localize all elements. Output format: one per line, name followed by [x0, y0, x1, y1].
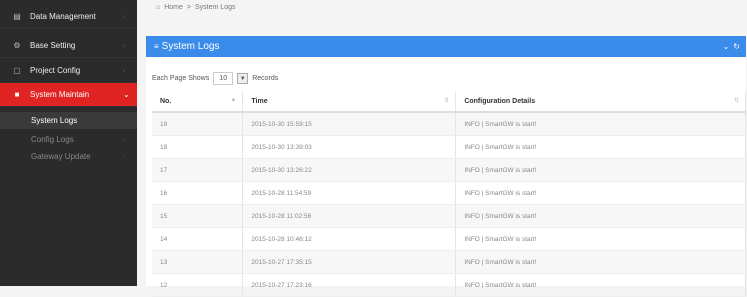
panel-header: ≡ System Logs ⌄ ↻ — [146, 36, 746, 57]
breadcrumb-home[interactable]: Home — [164, 4, 183, 11]
cell-no: 13 — [152, 250, 244, 274]
sidebar-item-label: System Maintain — [30, 90, 90, 99]
table-row: 14 2015-10-28 10:46:12 INFO | SmartGW is s… — [152, 227, 746, 251]
page-size-prefix: Each Page Shows — [152, 75, 210, 82]
cell-no: 16 — [152, 181, 244, 205]
cell-time: 2015-10-30 13:39:03 — [242, 135, 457, 159]
breadcrumb: ⌂ Home > System Logs — [156, 4, 235, 11]
sidebar-item-base-setting[interactable]: ⚙ Base Setting ‹ — [0, 34, 137, 58]
sidebar-subitem-system-logs[interactable]: System Logs — [0, 112, 137, 129]
cell-details: INFO | SmartGW is start! — [455, 181, 746, 205]
cell-details: INFO | SmartGW is start! — [455, 204, 746, 228]
sidebar-subitem-gateway-update[interactable]: Gateway Update ‹ — [0, 148, 137, 165]
cell-no: 14 — [152, 227, 244, 251]
logs-table: No. ▲ Time ⇅ Configuration Details ⇅ 19 2015… — [152, 91, 746, 297]
sort-icon: ⇅ — [444, 98, 450, 104]
column-header-time[interactable]: Time ⇅ — [242, 91, 457, 113]
chevron-left-icon: ‹ — [123, 152, 126, 161]
sort-icon: ⇅ — [733, 98, 739, 104]
cell-time: 2015-10-30 15:59:15 — [242, 112, 457, 136]
main-content: ⌂ Home > System Logs ≡ System Logs ⌄ ↻ E… — [137, 0, 747, 297]
file-icon: ▢ — [13, 66, 21, 75]
cell-no: 19 — [152, 112, 244, 136]
cell-time: 2015-10-27 17:23:16 — [242, 273, 457, 297]
table-row: 15 2015-10-28 11:02:56 INFO | SmartGW is s… — [152, 204, 746, 228]
dropdown-arrow-icon[interactable]: ▼ — [237, 73, 249, 84]
home-icon[interactable]: ⌂ — [156, 4, 160, 11]
cell-time: 2015-10-27 17:35:15 — [242, 250, 457, 274]
chevron-left-icon: ‹ — [123, 135, 126, 144]
refresh-icon[interactable]: ↻ — [733, 42, 740, 51]
sidebar-item-label: Data Management — [30, 12, 96, 21]
tools-icon: ■ — [14, 90, 20, 99]
cell-time: 2015-10-30 13:26:22 — [242, 158, 457, 182]
cell-details: INFO | SmartGW is start! — [455, 250, 746, 274]
table-header-row: No. ▲ Time ⇅ Configuration Details ⇅ — [152, 91, 746, 113]
chevron-down-icon: ⌄ — [123, 90, 130, 99]
system-logs-panel: ≡ System Logs ⌄ ↻ Each Page Shows 10 ▼ R… — [146, 36, 746, 297]
chevron-left-icon: ‹ — [123, 66, 126, 75]
sidebar-item-label: Base Setting — [30, 41, 76, 50]
page-size-control: Each Page Shows 10 ▼ Records — [152, 72, 278, 85]
panel-tools: ⌄ ↻ — [723, 42, 740, 51]
panel-title: System Logs — [161, 41, 220, 52]
list-icon: ≡ — [154, 42, 159, 51]
database-icon: ▤ — [13, 12, 21, 21]
column-label: Time — [251, 97, 268, 105]
table-row: 13 2015-10-27 17:35:15 INFO | SmartGW is s… — [152, 250, 746, 274]
sidebar-item-data-management[interactable]: ▤ Data Management ‹ — [0, 5, 137, 29]
column-label: Configuration Details — [464, 97, 536, 105]
cell-no: 18 — [152, 135, 244, 159]
column-header-no[interactable]: No. ▲ — [152, 91, 244, 113]
table-row: 19 2015-10-30 15:59:15 INFO | SmartGW is s… — [152, 112, 746, 136]
cell-details: INFO | SmartGW is start! — [455, 273, 746, 297]
cell-time: 2015-10-28 11:54:59 — [242, 181, 457, 205]
gears-icon: ⚙ — [13, 41, 21, 50]
cell-details: INFO | SmartGW is start! — [455, 135, 746, 159]
cell-details: INFO | SmartGW is start! — [455, 112, 746, 136]
table-row: 17 2015-10-30 13:26:22 INFO | SmartGW is s… — [152, 158, 746, 182]
sidebar-subitem-label: System Logs — [31, 116, 78, 125]
chevron-left-icon: ‹ — [123, 12, 126, 21]
sidebar: ▤ Data Management ‹ ⚙ Base Setting ‹ ▢ P… — [0, 0, 137, 286]
table-row: 16 2015-10-28 11:54:59 INFO | SmartGW is s… — [152, 181, 746, 205]
page-size-suffix: Records — [252, 75, 279, 82]
table-row: 18 2015-10-30 13:39:03 INFO | SmartGW is s… — [152, 135, 746, 159]
sidebar-item-label: Project Config — [30, 66, 81, 75]
cell-details: INFO | SmartGW is start! — [455, 158, 746, 182]
sidebar-item-project-config[interactable]: ▢ Project Config ‹ — [0, 59, 137, 83]
cell-details: INFO | SmartGW is start! — [455, 227, 746, 251]
sort-icon: ▲ — [230, 97, 237, 103]
table-row: 12 2015-10-27 17:23:16 INFO | SmartGW is s… — [152, 273, 746, 297]
breadcrumb-separator: > — [186, 4, 192, 11]
cell-time: 2015-10-28 11:02:56 — [242, 204, 457, 228]
page-size-select[interactable]: 10 — [213, 72, 234, 85]
column-label: No. — [160, 97, 172, 105]
cell-no: 17 — [152, 158, 244, 182]
sidebar-subitem-label: Gateway Update — [31, 152, 91, 161]
cell-no: 12 — [152, 273, 244, 297]
chevron-left-icon: ‹ — [123, 41, 126, 50]
column-header-details[interactable]: Configuration Details ⇅ — [455, 91, 746, 113]
cell-time: 2015-10-28 10:46:12 — [242, 227, 457, 251]
sidebar-subitem-config-logs[interactable]: Config Logs ‹ — [0, 131, 137, 148]
breadcrumb-current: System Logs — [195, 4, 236, 11]
sidebar-subitem-label: Config Logs — [31, 135, 74, 144]
collapse-icon[interactable]: ⌄ — [723, 42, 730, 51]
sidebar-item-system-maintain[interactable]: ■ System Maintain ⌄ — [0, 83, 137, 107]
cell-no: 15 — [152, 204, 244, 228]
